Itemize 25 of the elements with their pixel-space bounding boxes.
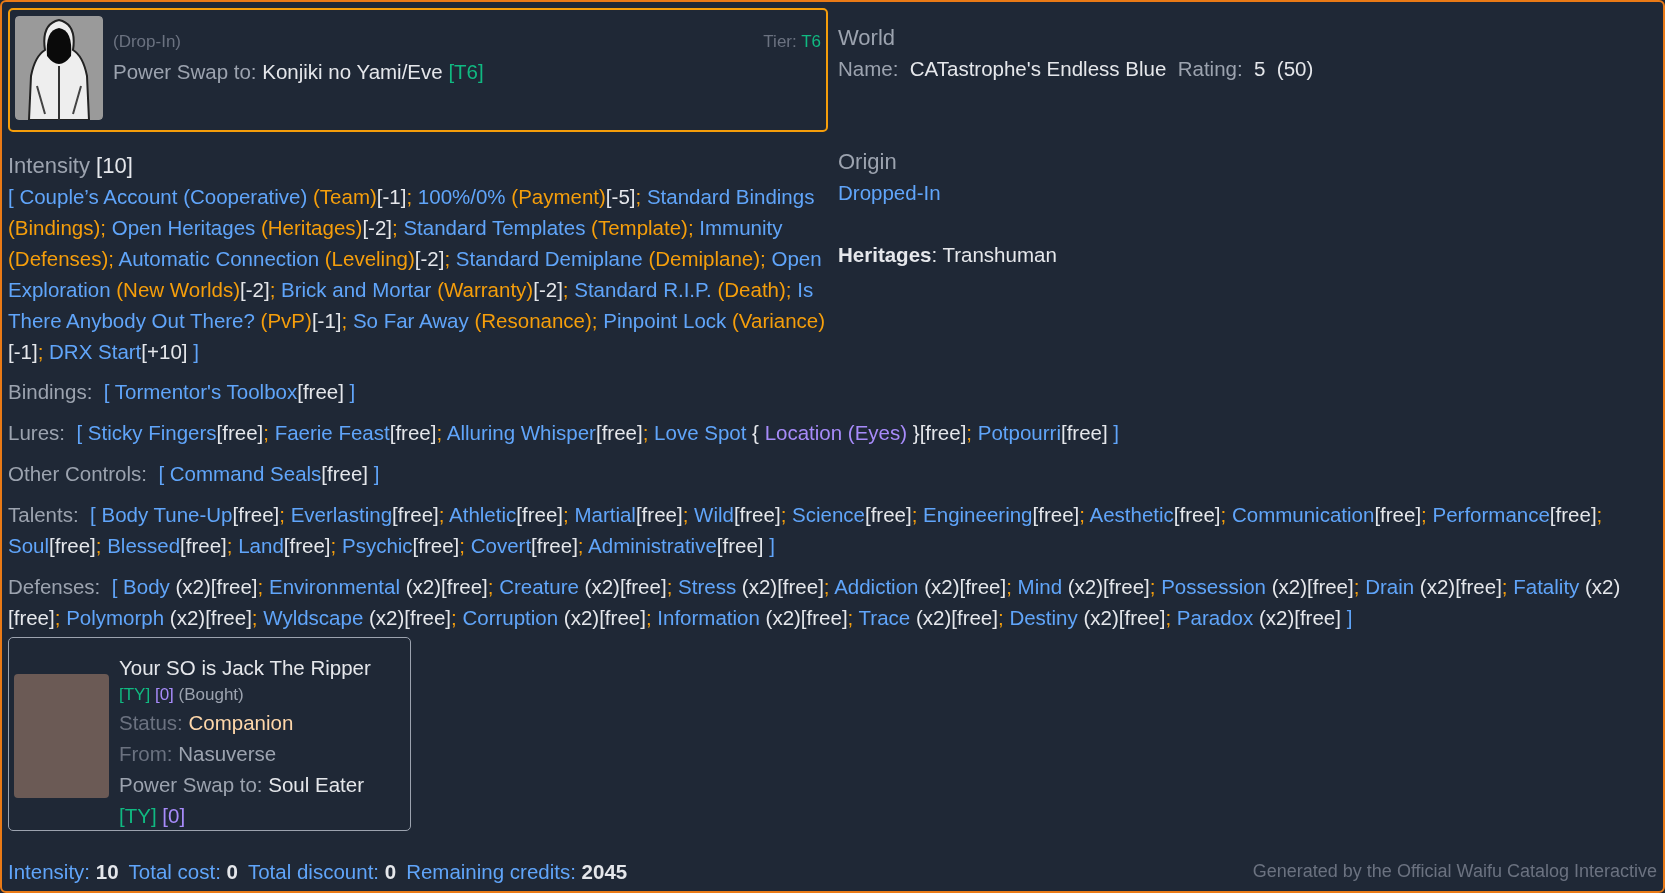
total-text: Total cost: 0	[128, 858, 238, 885]
world-info: Name: CATastrophe's Endless Blue Rating: 5 (50)	[838, 56, 1315, 82]
list-line: Defenses: [ Body (x2)[free]; Environmental (x2)[free]; Creature (x2)[free]; Stress (x2)[free]; Addiction (x2)[free]; Mind (x2)[free]; Possession (x2)[free]; Drain (x2)[free]; Fatality (x2) [free]; Polymorph (x2)[free]; Wyldscape (x2)[free]; Corruption (x2)[free]; Information (x2)[free]; Trace (x2)[free]; Destiny (x2)[free]; Paradox (x2)[free] ]	[8, 574, 1622, 631]
status-text: Status: Companion	[119, 710, 295, 736]
list-line: Lures: [ Sticky Fingers[free]; Faerie Feast[free]; Alluring Whisper[free]; Love Spot { Location (Eyes) }[free]; Potpourri[free] ]	[8, 420, 1121, 446]
origin-value: Dropped-In	[838, 180, 942, 206]
list-line: Talents: [ Body Tune-Up[free]; Everlasting[free]; Athletic[free]; Martial[free]; Wild[free]; Science[free]; Engineering[free]; Aesthetic[free]; Communication[free]; Performance[free]; Soul[free]; Blessed[free]; Land[free]; Psychic[free]; Covert[free]; Administrative[free] ]	[8, 502, 1604, 559]
tier-text: Tier: T6	[763, 31, 821, 53]
power-swap-text: Power Swap to: Soul Eater [TY] [0]	[119, 772, 365, 829]
power-swap-text: Power Swap to: Konjiki no Yami/Eve [T6]	[113, 59, 485, 85]
list-line: Other Controls: [ Command Seals[free] ]	[8, 461, 381, 487]
intensity-list: [ Couple’s Account (Cooperative) (Team)[-1]; 100%/0% (Payment)[-5]; Standard Bindings (Bindings); Open Heritages (Heritages)[-2]; Standard Templates (Template); Immunity (Defenses); Automatic Connection (Leveling)[-2]; Standard Demiplane (Demiplane); Open Exploration (New Worlds)[-2]; Brick and Mortar (Warranty)[-2]; Standard R.I.P. (Death); Is There Anybody Out There? (PvP)[-1]; So Far Away (Resonance); Pinpoint Lock (Variance) [-1]; DRX Start[+10] ]	[8, 181, 828, 367]
drop-in-label: (Drop-In)	[113, 31, 181, 53]
origin-heading: Origin	[838, 148, 898, 176]
from-text: From: Nasuverse	[119, 741, 278, 767]
total-text: Intensity: 10	[8, 858, 119, 885]
heritages-text: Heritages: Transhuman	[838, 242, 1058, 268]
total-text: Total discount: 0	[247, 858, 397, 885]
intensity-heading: Intensity [10]	[8, 152, 134, 180]
companion-tags: [TY] [0] (Bought)	[119, 683, 396, 707]
companion-name: Your SO is Jack The Ripper	[119, 655, 372, 681]
world-heading: World	[838, 24, 897, 52]
credit-text: Generated by the Official Waifu Catalog Interactive	[1252, 859, 1657, 883]
list-line: Bindings: [ Tormentor's Toolbox[free] ]	[8, 379, 357, 405]
total-text: Remaining credits: 2045	[406, 858, 628, 885]
